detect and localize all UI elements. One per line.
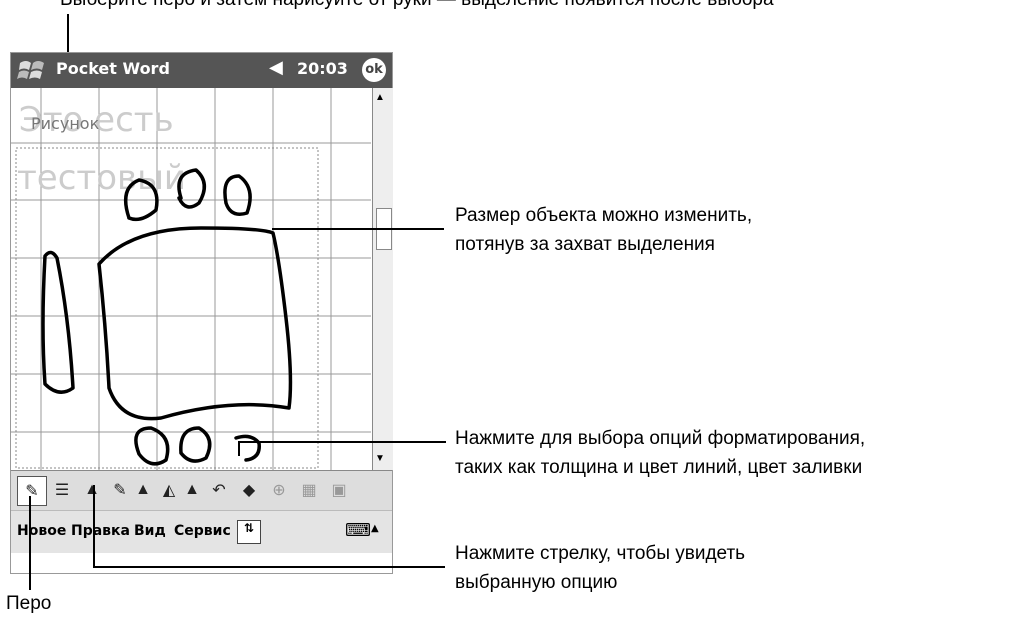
drawing-canvas[interactable]: Это есть Рисунок тестовый [11, 88, 371, 470]
line-color-icon[interactable]: ✎ [107, 476, 133, 504]
format-callout-line2: таких как толщина и цвет линий, цвет зал… [455, 457, 863, 478]
ok-button[interactable]: ok [362, 58, 386, 82]
format-callout-line1: Нажмите для выбора опций форматирования, [455, 428, 866, 449]
menu-new[interactable]: Новое [17, 523, 66, 539]
pen-callout: Перо [6, 593, 52, 614]
arrow-callout-line1: Нажмите стрелку, чтобы увидеть [455, 543, 746, 564]
input-arrow-icon[interactable]: ▲ [371, 523, 379, 534]
shape-icon[interactable]: ◆ [237, 476, 261, 504]
windows-start-icon[interactable] [17, 58, 47, 83]
sort-icon[interactable]: ⇅ [237, 520, 261, 544]
arrow-leader-horizontal [93, 566, 445, 568]
pen-icon[interactable]: ✎ [17, 476, 47, 506]
line-thickness-icon[interactable]: ☰ [49, 476, 75, 504]
scroll-up-icon[interactable]: ▲ [375, 92, 385, 103]
keyboard-icon[interactable]: ⌨ [345, 520, 371, 541]
arrow-icon[interactable]: ▲ [81, 476, 103, 504]
scroll-down-icon[interactable]: ▼ [375, 453, 385, 464]
speaker-icon[interactable]: ◀︎ [269, 57, 283, 78]
ok-label: ok [365, 62, 383, 77]
undo-icon[interactable]: ↶ [207, 476, 231, 504]
grid-icon[interactable]: ▦ [297, 476, 321, 504]
format-leader-horizontal [238, 441, 446, 443]
menu-edit[interactable]: Правка [71, 523, 130, 539]
resize-leader-line [272, 228, 444, 230]
menu-view[interactable]: Вид [134, 523, 166, 539]
vertical-scrollbar[interactable]: ▲ ▼ [372, 88, 393, 470]
title-bar: Pocket Word ◀︎ 20:03 ok [11, 53, 392, 88]
arrow-callout-line2: выбранную опцию [455, 572, 618, 593]
app-title: Pocket Word [56, 59, 170, 78]
menu-tools[interactable]: Сервис [174, 523, 231, 539]
pen-leader-line [29, 496, 31, 590]
freehand-drawing[interactable] [11, 88, 371, 470]
group-icon[interactable]: ▣ [327, 476, 351, 504]
clock: 20:03 [297, 59, 348, 78]
drawing-toolbar: ✎ ☰ ▲ ✎ ▲ ◭ ▲ ↶ ◆ ⊕ ▦ ▣ [11, 470, 392, 511]
cropped-top-text: Выберите перо и затем нарисуйте от руки … [60, 0, 774, 12]
resize-callout-line2: потянув за захват выделения [455, 234, 715, 255]
menu-bar: Новое Правка Вид Сервис ⇅ ⌨ ▲ [11, 510, 392, 553]
dropdown-arrow-icon-2[interactable]: ▲ [182, 476, 202, 504]
fill-color-icon[interactable]: ◭ [156, 476, 182, 504]
dropdown-arrow-icon[interactable]: ▲ [133, 476, 153, 504]
arrow-leader-vertical [93, 485, 95, 568]
move-icon[interactable]: ⊕ [267, 476, 291, 504]
resize-callout-line1: Размер объекта можно изменить, [455, 205, 753, 226]
pocket-pc-screen: Pocket Word ◀︎ 20:03 ok Это есть Рисунок… [10, 52, 393, 574]
format-leader-vertical [238, 441, 240, 456]
